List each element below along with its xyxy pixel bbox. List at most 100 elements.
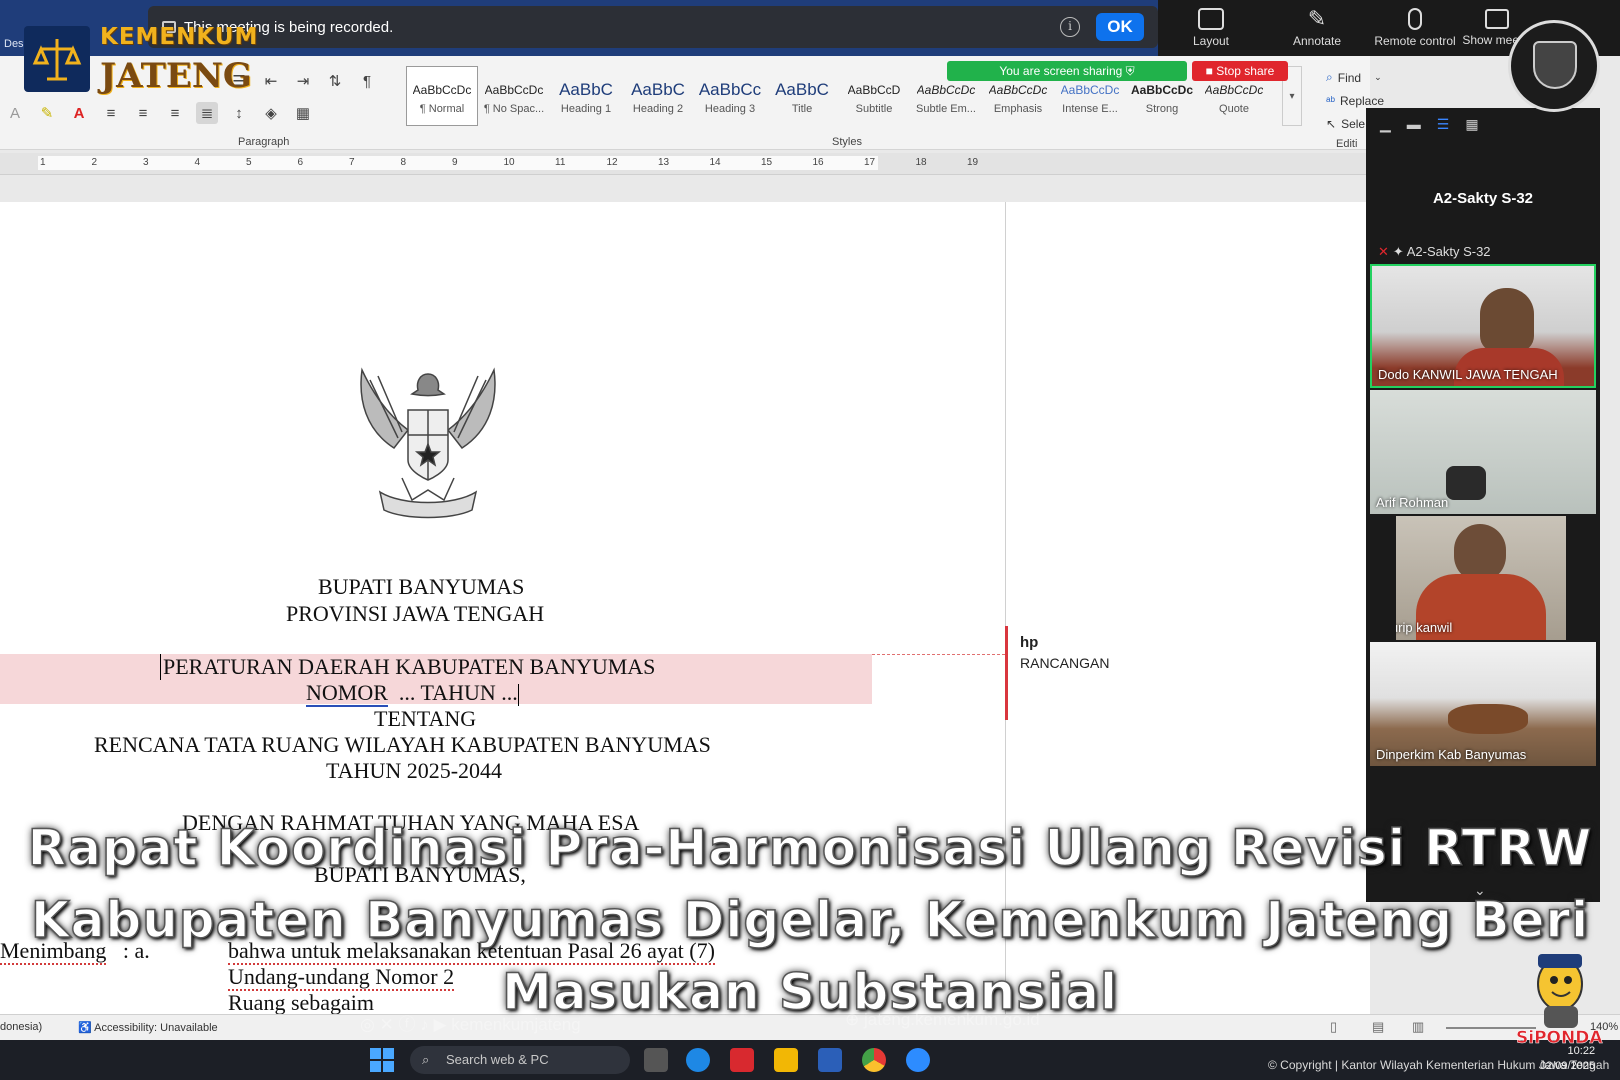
line-spacing-icon[interactable]: ↕ xyxy=(228,102,250,124)
meeting-table xyxy=(1448,704,1528,734)
edge-icon[interactable] xyxy=(686,1048,710,1072)
zona-integritas-badge-icon xyxy=(1508,20,1600,112)
ruler-number: 4 xyxy=(194,157,201,168)
align-right-icon[interactable]: ≡ xyxy=(164,102,186,124)
comment-text[interactable]: RANCANGAN xyxy=(1020,655,1109,671)
file-explorer-icon[interactable] xyxy=(774,1048,798,1072)
style-name: Heading 2 xyxy=(632,103,684,115)
scales-emblem-icon xyxy=(32,39,82,81)
decrease-indent-icon[interactable]: ⇤ xyxy=(260,70,282,92)
wps-icon[interactable] xyxy=(730,1048,754,1072)
shield-icon: ⛨ xyxy=(1125,64,1135,78)
style-item[interactable]: AaBbC Heading 1 xyxy=(550,66,622,126)
siponda-wordmark: SiPONDA xyxy=(1516,1028,1603,1049)
style-name: Strong xyxy=(1145,103,1179,115)
word-icon[interactable] xyxy=(818,1048,842,1072)
participant-tile[interactable]: ✕urip kanwil xyxy=(1396,516,1566,640)
ruler-number: 19 xyxy=(967,157,979,168)
find-button[interactable]: ⌕ Find ⌄ xyxy=(1326,66,1384,89)
windows-taskbar: ⌕ Search web & PC © Copyright | Kantor W… xyxy=(0,1040,1620,1080)
globe-icon: ⊕ xyxy=(845,1010,860,1029)
website-watermark: ⊕ jateng.kemenkum.go.id xyxy=(845,1010,1040,1029)
participant-avatar xyxy=(1480,288,1534,352)
participant-tile[interactable]: Dinperkim Kab Banyumas xyxy=(1370,642,1596,766)
style-item[interactable]: AaBbCcDc ¶ Normal xyxy=(406,66,478,126)
host-name: A2-Sakty S-32 xyxy=(1432,190,1534,207)
participant-name: Arif Rohman xyxy=(1376,495,1449,510)
annotate-button[interactable]: ✎ Annotate xyxy=(1264,0,1370,56)
style-name: Subtle Em... xyxy=(916,103,976,115)
ruler-number: 15 xyxy=(761,157,773,168)
host-video-label: ✕ ✦ A2-Sakty S-32 xyxy=(1378,244,1491,259)
style-item[interactable]: AaBbCc Heading 3 xyxy=(694,66,766,126)
doc-line-bupati: BUPATI BANYUMAS xyxy=(318,574,525,599)
horizontal-ruler[interactable]: 1 2 3 4 5 6 7 8 9 10 11 12 13 14 15 16 17 18 19 xyxy=(0,153,1370,175)
shading-icon[interactable]: ◈ xyxy=(260,102,282,124)
comment-marker xyxy=(1005,626,1008,720)
style-name: Heading 1 xyxy=(560,103,612,115)
style-name: ¶ No Spac... xyxy=(483,103,545,115)
pin-icon: ✦ xyxy=(1392,244,1404,259)
style-preview: AaBbC xyxy=(559,80,613,99)
remote-control-button[interactable]: Remote control xyxy=(1370,0,1460,56)
ribbon-tab-design[interactable]: Desi xyxy=(4,38,26,50)
doc-line-provinsi: PROVINSI JAWA TENGAH xyxy=(286,601,545,626)
styles-group-label: Styles xyxy=(832,136,862,148)
info-icon[interactable]: i xyxy=(1060,17,1080,37)
font-color-icon[interactable]: A xyxy=(68,102,90,124)
ruler-number: 16 xyxy=(812,157,824,168)
highlight-icon[interactable]: ✎ xyxy=(36,102,58,124)
doc-nomor-value: ... TAHUN ... xyxy=(398,680,518,705)
participant-avatar xyxy=(1446,466,1486,500)
align-center-icon[interactable]: ≡ xyxy=(132,102,154,124)
style-preview: AaBbCcD xyxy=(847,83,901,97)
chrome-icon[interactable] xyxy=(862,1048,886,1072)
speaker-view-icon[interactable]: ▬ xyxy=(1407,116,1421,132)
zoom-app-icon[interactable] xyxy=(906,1048,930,1072)
windows-start-icon[interactable] xyxy=(370,1048,394,1072)
ruler-number: 11 xyxy=(555,157,566,168)
ruler-number: 3 xyxy=(143,157,149,168)
kemenkum-wordmark: KEMENKUM xyxy=(100,24,259,50)
doc-line-tentang: TENTANG xyxy=(374,706,477,731)
style-item[interactable]: AaBbCcDc ¶ No Spac... xyxy=(478,66,550,126)
participant-tile[interactable]: Arif Rohman xyxy=(1370,390,1596,514)
style-item[interactable]: AaBbC Heading 2 xyxy=(622,66,694,126)
borders-icon[interactable]: ▦ xyxy=(292,102,314,124)
task-view-icon[interactable] xyxy=(644,1048,668,1072)
mic-off-icon: ✕ xyxy=(1378,244,1389,259)
doc-line-rencana: RENCANA TATA RUANG WILAYAH KABUPATEN BAN… xyxy=(94,732,711,757)
garuda-emblem-icon xyxy=(360,367,496,519)
ruler-number: 5 xyxy=(246,157,252,168)
comment-author: hp xyxy=(1020,634,1039,651)
paragraph-group-label: Paragraph xyxy=(238,136,290,148)
ruler-number: 17 xyxy=(864,157,876,168)
text-cursor xyxy=(517,683,519,706)
style-item[interactable]: AaBbC Title xyxy=(766,66,838,126)
style-item[interactable]: AaBbCcD Subtitle xyxy=(838,66,910,126)
recording-banner: This meeting is being recorded. i OK xyxy=(148,6,1158,48)
ok-button[interactable]: OK xyxy=(1096,13,1144,41)
text-effects-icon[interactable]: A xyxy=(4,102,26,124)
increase-indent-icon[interactable]: ⇥ xyxy=(292,70,314,92)
kemenkum-logo-icon xyxy=(24,26,90,92)
find-icon: ⌕ xyxy=(1326,70,1333,84)
stop-share-button[interactable]: ■ Stop share xyxy=(1192,61,1288,81)
participant-tile[interactable]: Dodo KANWIL JAWA TENGAH xyxy=(1370,264,1596,388)
minimize-icon[interactable]: ▁ xyxy=(1380,116,1391,133)
justify-icon[interactable]: ≣ xyxy=(196,102,218,124)
grid-view-icon[interactable]: ▦ xyxy=(1465,116,1478,133)
ruler-number: 8 xyxy=(400,157,407,168)
taskbar-search[interactable]: ⌕ Search web & PC xyxy=(410,1046,630,1074)
layout-icon xyxy=(1198,8,1224,30)
search-icon: ⌕ xyxy=(422,1052,430,1067)
style-preview: AaBbCcDc xyxy=(484,83,544,97)
screen-sharing-indicator: You are screen sharing ⛨ xyxy=(947,61,1187,81)
show-marks-icon[interactable]: ¶ xyxy=(356,70,378,92)
style-name: ¶ Normal xyxy=(419,103,465,115)
layout-button[interactable]: Layout xyxy=(1158,0,1264,56)
sort-icon[interactable]: ⇅ xyxy=(324,70,346,92)
gallery-view-controls: ▁ ▬ ☰ ▦ xyxy=(1366,108,1600,140)
align-left-icon[interactable]: ≡ xyxy=(100,102,122,124)
strip-view-icon[interactable]: ☰ xyxy=(1437,116,1450,133)
